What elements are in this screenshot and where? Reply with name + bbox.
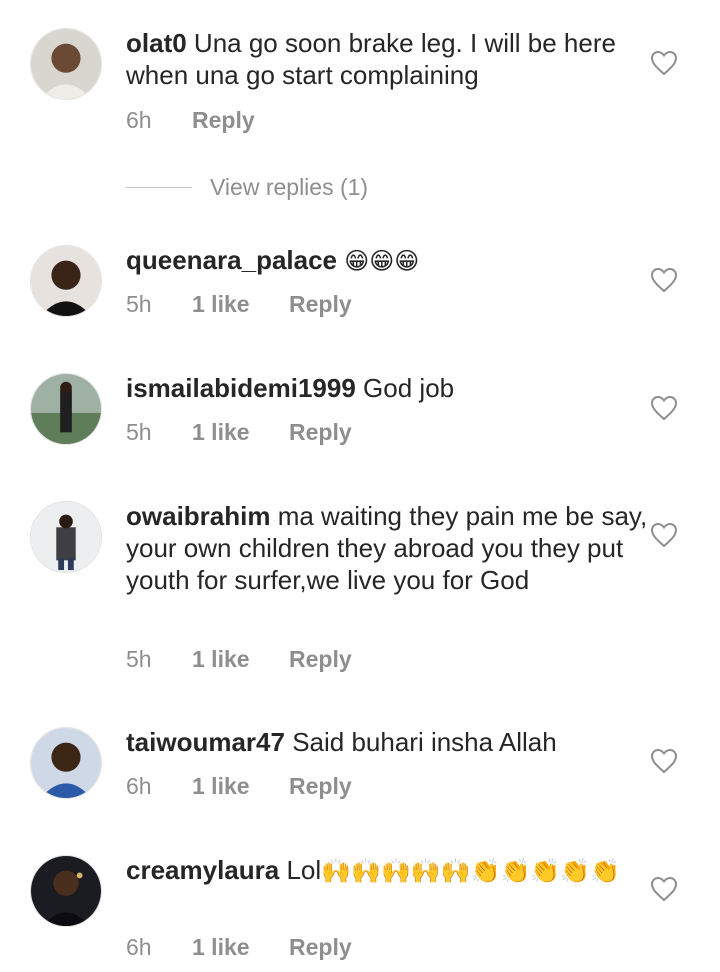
comment-text: Una go soon brake leg. I will be here wh… [126, 28, 616, 90]
like-count-button[interactable]: 1 like [192, 291, 289, 318]
comment-username[interactable]: taiwoumar47 [126, 727, 285, 757]
comment-time: 6h [126, 107, 152, 133]
like-heart-icon[interactable] [650, 267, 678, 293]
avatar[interactable] [30, 245, 102, 317]
avatar[interactable] [30, 373, 102, 445]
like-count-button[interactable]: 1 like [192, 419, 289, 446]
comment-time: 6h [126, 773, 152, 799]
comment-text: Lol [286, 855, 322, 885]
like-heart-icon[interactable] [650, 748, 678, 774]
avatar[interactable] [30, 501, 102, 573]
reply-button[interactable]: Reply [289, 646, 352, 673]
comment-username[interactable]: owaibrahim [126, 501, 270, 531]
comment-username[interactable]: queenara_palace [126, 245, 337, 275]
like-heart-icon[interactable] [650, 395, 678, 421]
comment-username[interactable]: olat0 [126, 28, 187, 58]
comment-text: Said buhari insha Allah [292, 727, 557, 757]
view-replies-button[interactable]: View replies (1) [126, 174, 368, 201]
reply-button[interactable]: Reply [289, 291, 352, 318]
like-heart-icon[interactable] [650, 876, 678, 902]
comment-time: 6h [126, 934, 152, 960]
like-count-button[interactable]: 1 like [192, 646, 289, 673]
comment-time: 5h [126, 419, 152, 445]
like-count-button[interactable]: 1 like [192, 773, 289, 800]
avatar[interactable] [30, 28, 102, 100]
avatar[interactable] [30, 855, 102, 927]
comment-emoji: 🙌🙌🙌🙌🙌👏👏👏👏👏 [321, 857, 620, 885]
like-heart-icon[interactable] [650, 50, 678, 76]
like-heart-icon[interactable] [650, 522, 678, 548]
like-count-button[interactable]: 1 like [192, 934, 289, 961]
comment-username[interactable]: ismailabidemi1999 [126, 373, 356, 403]
comment-username[interactable]: creamylaura [126, 855, 279, 885]
reply-button[interactable]: Reply [192, 107, 255, 134]
view-replies-label: View replies (1) [210, 174, 369, 200]
avatar[interactable] [30, 727, 102, 799]
reply-button[interactable]: Reply [289, 419, 352, 446]
comment-time: 5h [126, 291, 152, 317]
comment-time: 5h [126, 646, 152, 672]
comment-emoji: 😁😁😁 [344, 247, 420, 275]
comment-text: God job [363, 373, 455, 403]
reply-button[interactable]: Reply [289, 934, 352, 961]
divider [126, 187, 192, 188]
reply-button[interactable]: Reply [289, 773, 352, 800]
